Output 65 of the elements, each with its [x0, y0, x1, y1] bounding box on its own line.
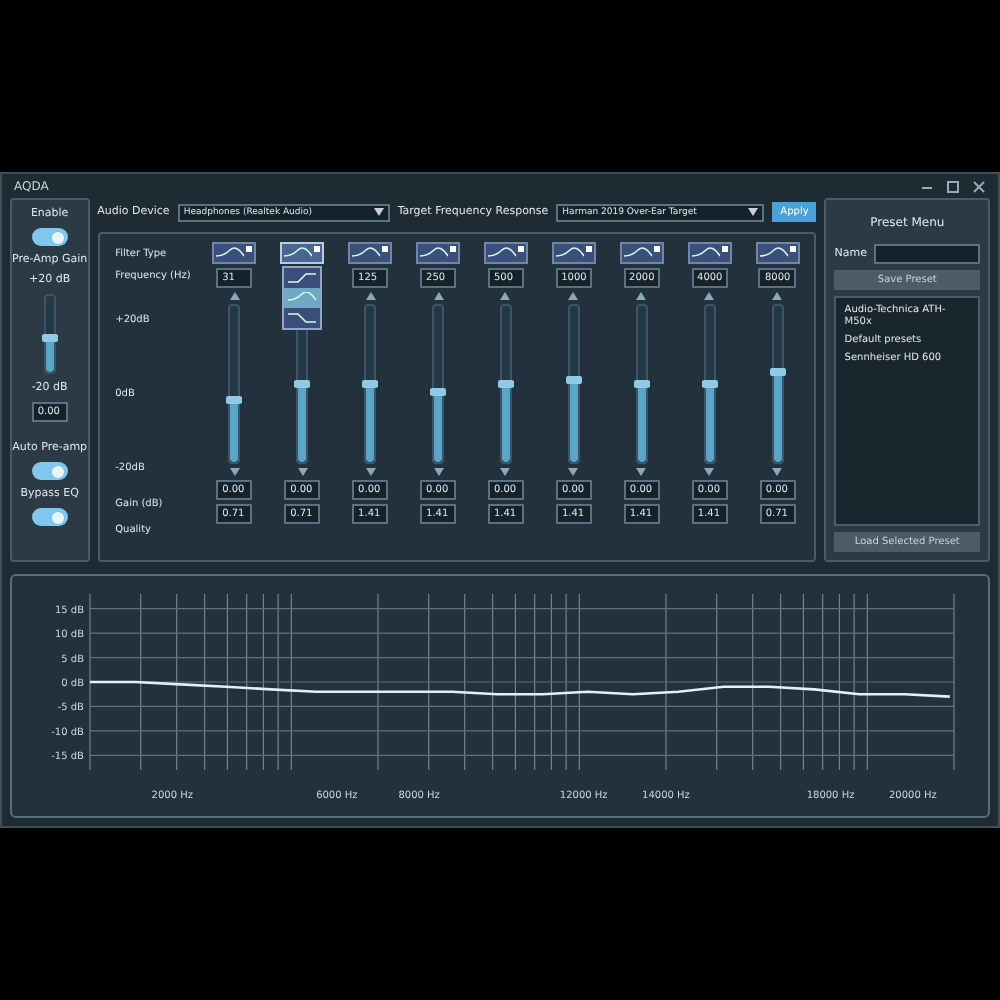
down-arrow-icon[interactable] [365, 468, 376, 476]
down-arrow-icon[interactable] [704, 468, 715, 476]
slider-track[interactable] [364, 304, 377, 464]
filter-curve-icon [487, 246, 516, 260]
toggle-switch[interactable] [31, 462, 68, 480]
filter-curve-icon [623, 246, 652, 260]
down-arrow-icon[interactable] [433, 468, 444, 476]
up-arrow-icon[interactable] [568, 292, 579, 300]
filter-curve-icon [288, 312, 317, 324]
filter-type-dropdown[interactable] [755, 242, 800, 264]
filter-curve-icon [284, 246, 313, 260]
filter-curve-icon [759, 246, 788, 260]
toggle-switch[interactable] [31, 508, 68, 526]
close-icon[interactable] [972, 179, 986, 193]
up-arrow-icon[interactable] [772, 292, 783, 300]
up-arrow-icon[interactable] [636, 292, 647, 300]
down-arrow-icon[interactable] [568, 468, 579, 476]
slider-track[interactable] [228, 304, 241, 464]
down-arrow-icon[interactable] [229, 468, 240, 476]
slider-thumb[interactable] [565, 376, 582, 385]
filter-curve-icon [555, 246, 584, 260]
down-arrow-icon[interactable] [500, 468, 511, 476]
filter-type-dropdown[interactable] [416, 242, 461, 264]
slider-thumb[interactable] [497, 380, 514, 388]
slider-thumb[interactable] [430, 387, 447, 396]
slider-thumb[interactable] [633, 380, 650, 388]
slider-thumb[interactable] [294, 380, 311, 388]
up-arrow-icon[interactable] [704, 292, 715, 300]
filter-type-dropdown[interactable] [551, 242, 596, 264]
filter-option[interactable] [284, 268, 321, 288]
up-arrow-icon[interactable] [229, 292, 240, 300]
toggle-switch[interactable] [31, 228, 68, 246]
filter-type-dropdown[interactable] [687, 242, 732, 264]
filter-type-dropdown[interactable] [280, 242, 325, 264]
name-field[interactable] [873, 244, 980, 264]
filter-type-dropdown[interactable] [483, 242, 528, 264]
slider-track[interactable] [499, 304, 512, 464]
filter-curve-icon [288, 272, 317, 284]
filter-curve-icon [420, 246, 449, 260]
slider-thumb[interactable] [769, 367, 786, 376]
filter-option[interactable] [284, 308, 321, 328]
slider-track[interactable] [432, 304, 445, 464]
filter-curve-icon [288, 292, 317, 304]
maximize-icon[interactable] [946, 179, 960, 193]
up-arrow-icon[interactable] [500, 292, 511, 300]
filter-type-dropdown[interactable] [619, 242, 664, 264]
slider-thumb[interactable] [701, 380, 718, 388]
down-arrow-icon[interactable] [297, 468, 308, 476]
down-arrow-icon[interactable] [772, 468, 783, 476]
slider-track[interactable] [567, 304, 580, 464]
up-arrow-icon[interactable] [365, 292, 376, 300]
slider-track[interactable] [635, 304, 648, 464]
down-arrow-icon[interactable] [636, 468, 647, 476]
slider-track[interactable] [43, 294, 56, 374]
filter-type-dropdown[interactable] [348, 242, 393, 264]
slider-track[interactable] [771, 304, 784, 464]
slider-thumb[interactable] [41, 333, 58, 342]
filter-curve-icon [352, 246, 381, 260]
slider-thumb[interactable] [362, 380, 379, 388]
up-arrow-icon[interactable] [433, 292, 444, 300]
filter-curve-icon [691, 246, 720, 260]
slider-track[interactable] [703, 304, 716, 464]
filter-curve-icon [216, 246, 245, 260]
filter-type-dropdown[interactable] [212, 242, 257, 264]
slider-thumb[interactable] [226, 395, 243, 404]
